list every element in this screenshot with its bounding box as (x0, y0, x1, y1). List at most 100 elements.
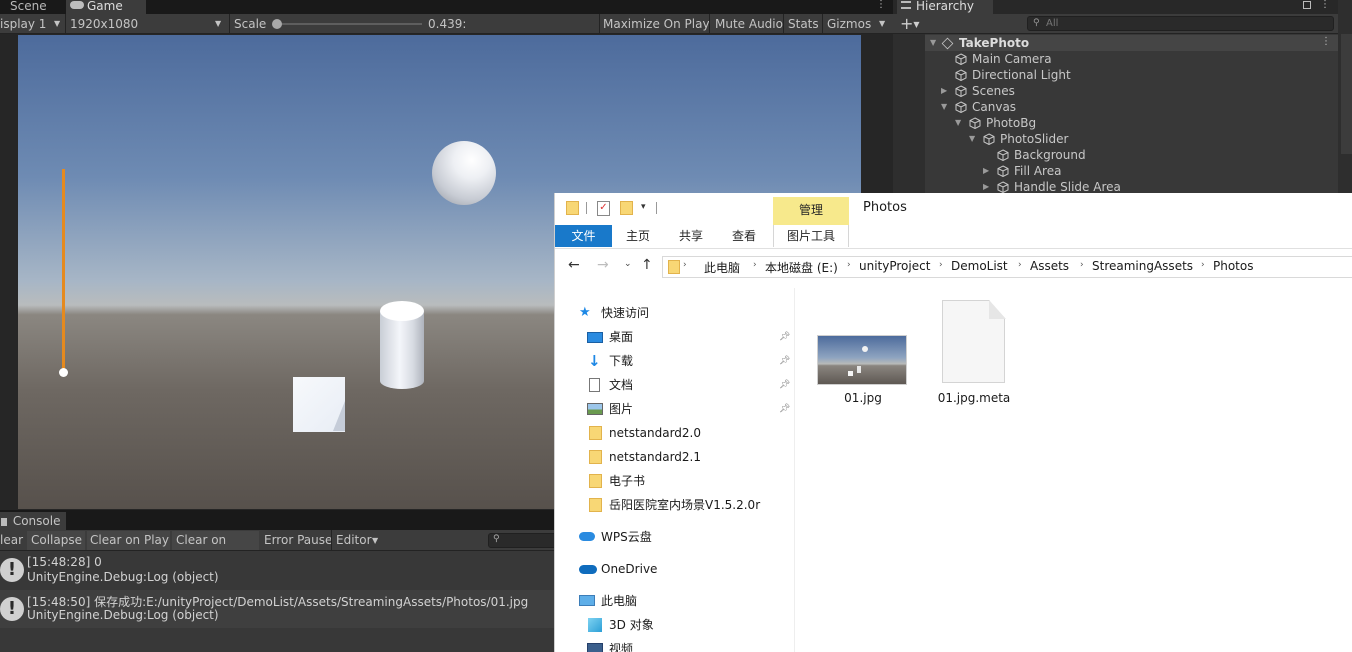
chevron-down-icon: ▼ (913, 20, 920, 29)
divider (331, 530, 332, 551)
cylinder-object (380, 301, 424, 389)
console-icon (1, 518, 7, 526)
cylinder-body (380, 311, 424, 389)
clear-on-build-button[interactable]: Clear on Build (172, 531, 259, 566)
display-dropdown[interactable]: isplay 1 ▼ (0, 14, 64, 34)
download-icon: ↓ (588, 352, 601, 370)
recent-locations-icon[interactable]: ⌄ (624, 259, 632, 269)
expand-arrow-icon: ▼ (969, 134, 976, 143)
console-tabbar (0, 510, 560, 530)
console-tab-label: Console (12, 514, 61, 528)
folder-icon (566, 201, 579, 215)
console-search-input[interactable]: ⚲ (488, 533, 560, 548)
error-pause-button[interactable]: Error Pause (264, 530, 332, 551)
info-icon: ! (0, 558, 24, 582)
address-bar[interactable] (662, 256, 1352, 278)
up-arrow-icon[interactable]: ↑ (641, 257, 653, 273)
game-tab-menu-icon[interactable]: ⋮ (876, 0, 886, 14)
collapse-button[interactable]: Collapse (27, 531, 85, 550)
mute-audio-button[interactable]: Mute Audio (715, 14, 783, 34)
ribbon-tab-view[interactable]: 查看 (723, 225, 765, 247)
file-corner-fold (989, 300, 1006, 319)
nav-label: 图片 (609, 402, 634, 416)
gameobject-cube-icon (969, 117, 981, 129)
maximize-on-play-button[interactable]: Maximize On Play (603, 14, 710, 34)
pin-icon[interactable]: 📌︎ (779, 397, 790, 421)
clear-button[interactable]: lear (0, 530, 23, 551)
nav-label: netstandard2.1 (609, 450, 702, 464)
log-stack: UnityEngine.Debug:Log (object) (27, 608, 219, 622)
gameobject-cube-icon (955, 69, 967, 81)
divider (65, 14, 66, 34)
hierarchy-tab-label: Hierarchy (916, 0, 975, 13)
cylinder-top (380, 301, 424, 321)
nav-label: OneDrive (601, 562, 658, 576)
editor-dropdown[interactable]: Editor ▼ (336, 530, 384, 551)
ribbon-tab-file[interactable]: 文件 (555, 225, 612, 247)
gameobject-cube-icon (983, 133, 995, 145)
console-log-row[interactable]: ! [15:48:50] 保存成功:E:/unityProject/DemoLi… (0, 590, 560, 628)
onedrive-icon (579, 565, 597, 574)
divider (599, 14, 600, 34)
pictures-icon (587, 403, 603, 415)
resolution-dropdown[interactable]: 1920x1080 ▼ (70, 14, 225, 34)
computer-icon (579, 595, 595, 606)
hierarchy-menu-icon[interactable]: ⋮ (1320, 0, 1330, 10)
new-folder-icon[interactable] (620, 201, 633, 215)
tab-console[interactable]: Console (0, 512, 66, 530)
editor-label: Editor (336, 533, 372, 547)
desktop-icon (587, 332, 603, 343)
stats-button[interactable]: Stats (788, 14, 819, 34)
star-icon: ★ (579, 305, 591, 320)
ribbon-tab-share[interactable]: 共享 (670, 225, 712, 247)
gameobject-cube-icon (997, 149, 1009, 161)
nav-documents[interactable]: 文档 📌︎ (587, 373, 795, 397)
properties-icon[interactable]: ✓ (597, 201, 610, 216)
nav-pictures[interactable]: 图片 📌︎ (587, 397, 795, 421)
search-icon: ⚲ (1033, 18, 1040, 28)
tab-game[interactable]: Game (66, 0, 146, 14)
tab-hierarchy[interactable]: Hierarchy (897, 0, 993, 14)
nav-downloads[interactable]: ↓ 下载 📌︎ (587, 349, 795, 373)
pin-icon[interactable]: 📌︎ (779, 373, 790, 397)
clear-on-play-button[interactable]: Clear on Play (87, 531, 170, 550)
ribbon-tab-home[interactable]: 主页 (617, 225, 659, 247)
hierarchy-search-input[interactable]: ⚲ All (1027, 16, 1334, 31)
manage-tab-label: 管理 (798, 203, 823, 217)
tab-scene[interactable]: Scene (0, 0, 62, 14)
forward-arrow-icon[interactable]: → (597, 257, 609, 273)
divider (586, 202, 587, 214)
hierarchy-right-tab (1341, 34, 1352, 154)
ribbon-tab-picture-tools[interactable]: 图片工具 (773, 225, 849, 247)
hierarchy-item-label: Directional Light (972, 68, 1071, 82)
file-item[interactable]: 01.jpg.meta (924, 297, 1024, 407)
game-toolbar: isplay 1 ▼ 1920x1080 ▼ Scale 0.439: Maxi… (0, 14, 893, 34)
lock-icon[interactable] (1303, 1, 1311, 9)
window-title: Photos (863, 200, 907, 215)
nav-desktop[interactable]: 桌面 📌︎ (587, 325, 795, 349)
folder-icon (589, 426, 602, 440)
scale-slider-track[interactable] (276, 23, 422, 25)
scene-tab-label: Scene (10, 0, 47, 13)
nav-label: 文档 (609, 378, 634, 392)
divider (229, 14, 230, 34)
pin-icon[interactable]: 📌︎ (779, 325, 790, 349)
hierarchy-row-menu-icon[interactable]: ⋮ (1321, 36, 1331, 47)
gizmos-button[interactable]: Gizmos ▼ (827, 14, 891, 34)
add-icon[interactable]: +▼ (900, 14, 920, 34)
customize-dropdown-icon[interactable]: ▾ (641, 202, 646, 212)
photo-slider-handle[interactable] (59, 368, 68, 377)
game-controller-icon (70, 1, 84, 9)
file-item[interactable]: 01.jpg (813, 297, 913, 407)
cloud-icon (579, 532, 595, 541)
nav-label: 电子书 (609, 474, 646, 488)
photo-slider-fill (62, 169, 65, 373)
hierarchy-item-label: TakePhoto (959, 36, 1030, 50)
pin-icon[interactable]: 📌︎ (779, 349, 790, 373)
console-log-row[interactable]: ! [15:48:28] 0 UnityEngine.Debug:Log (ob… (0, 552, 560, 588)
scale-slider-thumb[interactable] (272, 19, 282, 29)
gameobject-cube-icon (997, 181, 1009, 193)
video-icon (587, 643, 603, 652)
manage-tab[interactable]: 管理 (773, 197, 849, 225)
back-arrow-icon[interactable]: ← (568, 257, 580, 273)
